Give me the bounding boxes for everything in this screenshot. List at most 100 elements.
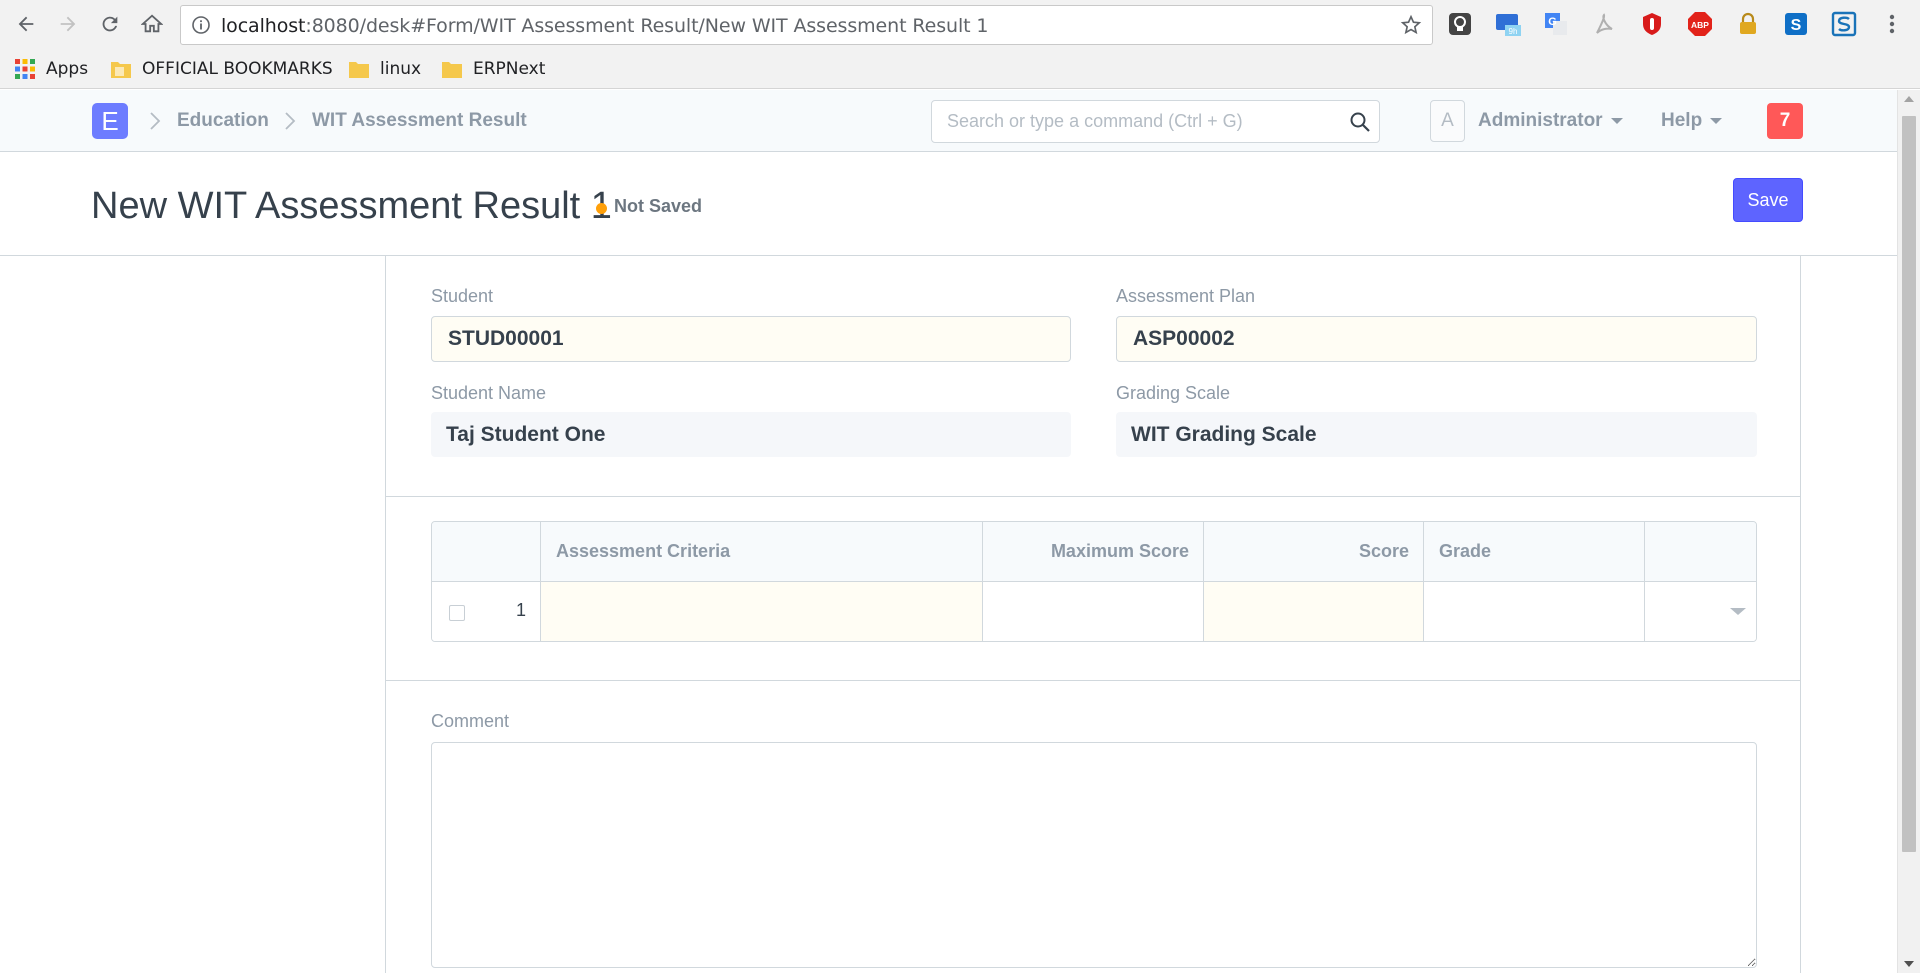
search-input[interactable] bbox=[932, 101, 1332, 142]
app-logo[interactable]: E bbox=[92, 103, 128, 139]
extension-lightbulb[interactable] bbox=[1447, 11, 1473, 37]
column-header: Grade bbox=[1424, 522, 1645, 581]
folder-icon bbox=[111, 62, 131, 78]
browser-toolbar: localhost:8080/desk#Form/WIT Assessment … bbox=[0, 0, 1920, 49]
page-scrollbar[interactable] bbox=[1897, 90, 1920, 973]
cell-grade[interactable] bbox=[1424, 582, 1645, 641]
bookmark-label: linux bbox=[380, 59, 422, 79]
page-title: New WIT Assessment Result 1 bbox=[91, 185, 612, 227]
grading-scale-value: WIT Grading Scale bbox=[1116, 412, 1757, 457]
svg-text:G: G bbox=[1548, 16, 1557, 28]
lock-icon bbox=[1740, 12, 1756, 34]
student-name-value: Taj Student One bbox=[431, 412, 1071, 457]
save-button[interactable]: Save bbox=[1733, 178, 1803, 222]
browser-menu-button[interactable] bbox=[1879, 11, 1905, 37]
svg-text:S: S bbox=[1791, 17, 1802, 34]
notification-badge[interactable]: 7 bbox=[1767, 103, 1803, 139]
table-row[interactable]: 1 bbox=[432, 582, 1756, 641]
forward-arrow-icon bbox=[60, 16, 76, 32]
shield-icon bbox=[1643, 13, 1661, 35]
bookmark-erpnext[interactable]: ERPNext bbox=[441, 57, 545, 81]
extension-s-outline[interactable] bbox=[1831, 11, 1857, 37]
extension-messages[interactable]: 9h bbox=[1495, 11, 1521, 37]
extension-opera[interactable] bbox=[1639, 11, 1665, 37]
comment-field[interactable] bbox=[431, 742, 1757, 968]
reload-button[interactable] bbox=[94, 8, 126, 40]
extension-pdf[interactable] bbox=[1591, 11, 1617, 37]
cell-score[interactable] bbox=[1204, 582, 1424, 641]
cell-assessment-criteria[interactable] bbox=[541, 582, 983, 641]
row-checkbox[interactable] bbox=[449, 605, 465, 621]
column-header: Maximum Score bbox=[983, 522, 1204, 581]
s-outline-icon bbox=[1831, 11, 1857, 37]
bookmark-linux[interactable]: linux bbox=[348, 57, 421, 81]
chevron-right-icon bbox=[150, 112, 161, 130]
column-header-score: Score bbox=[1358, 541, 1409, 561]
bookmark-official[interactable]: OFFICIAL BOOKMARKS bbox=[110, 57, 333, 81]
assessment-plan-label: Assessment Plan bbox=[1116, 286, 1256, 306]
status-badge: Not Saved bbox=[614, 196, 703, 216]
info-icon[interactable] bbox=[191, 15, 211, 35]
table-header: Assessment Criteria Maximum Score Score … bbox=[432, 522, 1756, 582]
student-field[interactable] bbox=[431, 316, 1071, 362]
row-actions-header bbox=[1645, 522, 1756, 581]
form-section-details-table: Assessment Criteria Maximum Score Score … bbox=[386, 497, 1800, 681]
back-arrow-icon bbox=[18, 16, 34, 32]
bookmark-star-icon[interactable] bbox=[1400, 14, 1422, 36]
home-button[interactable] bbox=[136, 8, 168, 40]
user-name-label: Administrator bbox=[1478, 110, 1603, 131]
help-menu[interactable]: Help bbox=[1661, 110, 1723, 132]
bookmark-apps[interactable]: Apps bbox=[14, 57, 88, 81]
back-button[interactable] bbox=[10, 8, 42, 40]
scrollbar-thumb[interactable] bbox=[1902, 116, 1916, 852]
breadcrumb-education[interactable]: Education bbox=[177, 110, 269, 132]
chat-icon: 9h bbox=[1496, 14, 1521, 36]
chevron-down-icon[interactable] bbox=[1730, 608, 1746, 615]
bookmarks-bar: Apps OFFICIAL BOOKMARKS linux ERPNext bbox=[0, 49, 1920, 89]
extension-lock[interactable] bbox=[1735, 11, 1761, 37]
avatar[interactable]: A bbox=[1430, 100, 1465, 142]
address-bar[interactable]: localhost:8080/desk#Form/WIT Assessment … bbox=[180, 5, 1433, 45]
row-index-header bbox=[432, 522, 541, 581]
assessment-plan-field[interactable] bbox=[1116, 316, 1757, 362]
row-edit-cell[interactable] bbox=[1645, 582, 1756, 641]
page-head: New WIT Assessment Result 1 Not Saved Sa… bbox=[0, 152, 1897, 256]
adblock-icon: ABP bbox=[1688, 12, 1712, 36]
row-number: 1 bbox=[515, 600, 526, 620]
svg-text:9h: 9h bbox=[1509, 27, 1518, 36]
forward-button[interactable] bbox=[52, 8, 84, 40]
search-icon[interactable] bbox=[1349, 111, 1371, 133]
awesome-bar bbox=[931, 100, 1380, 143]
scroll-down-arrow-icon[interactable] bbox=[1904, 961, 1914, 967]
extension-translate[interactable]: G bbox=[1543, 11, 1569, 37]
column-header: Assessment Criteria bbox=[541, 522, 983, 581]
form-layout: Student Assessment Plan Student Name Taj… bbox=[385, 256, 1801, 973]
form-section-comment: Comment bbox=[386, 681, 1800, 973]
kebab-menu-icon bbox=[1889, 14, 1895, 34]
pdf-icon bbox=[1596, 13, 1613, 34]
user-menu[interactable]: Administrator bbox=[1478, 110, 1623, 132]
extension-s-blue[interactable]: S bbox=[1783, 11, 1809, 37]
extension-adblock[interactable]: ABP bbox=[1687, 11, 1713, 37]
reload-icon bbox=[102, 16, 118, 32]
app-navbar: E Education WIT Assessment Result A Admi… bbox=[0, 90, 1897, 152]
cell-maximum-score[interactable] bbox=[983, 582, 1204, 641]
column-header-maximum-score: Maximum Score bbox=[1050, 541, 1189, 561]
svg-text:ABP: ABP bbox=[1691, 20, 1709, 30]
breadcrumb-wit-assessment-result[interactable]: WIT Assessment Result bbox=[312, 110, 527, 132]
form-section-details: Student Assessment Plan Student Name Taj… bbox=[386, 256, 1800, 497]
help-label: Help bbox=[1661, 110, 1703, 131]
caret-down-icon bbox=[1710, 117, 1723, 124]
bookmark-label: Apps bbox=[46, 59, 89, 79]
bookmark-label: ERPNext bbox=[473, 59, 546, 79]
bookmark-label: OFFICIAL BOOKMARKS bbox=[142, 59, 333, 79]
lightbulb-icon bbox=[1449, 13, 1471, 35]
column-header: Score bbox=[1204, 522, 1424, 581]
url-text[interactable]: localhost:8080/desk#Form/WIT Assessment … bbox=[221, 15, 989, 37]
assessment-details-table: Assessment Criteria Maximum Score Score … bbox=[431, 521, 1757, 642]
column-header-assessment-criteria: Assessment Criteria bbox=[556, 541, 731, 561]
status-indicator-dot bbox=[596, 203, 607, 214]
student-label: Student bbox=[431, 286, 494, 306]
home-icon bbox=[141, 14, 163, 33]
scroll-up-arrow-icon[interactable] bbox=[1904, 96, 1914, 102]
